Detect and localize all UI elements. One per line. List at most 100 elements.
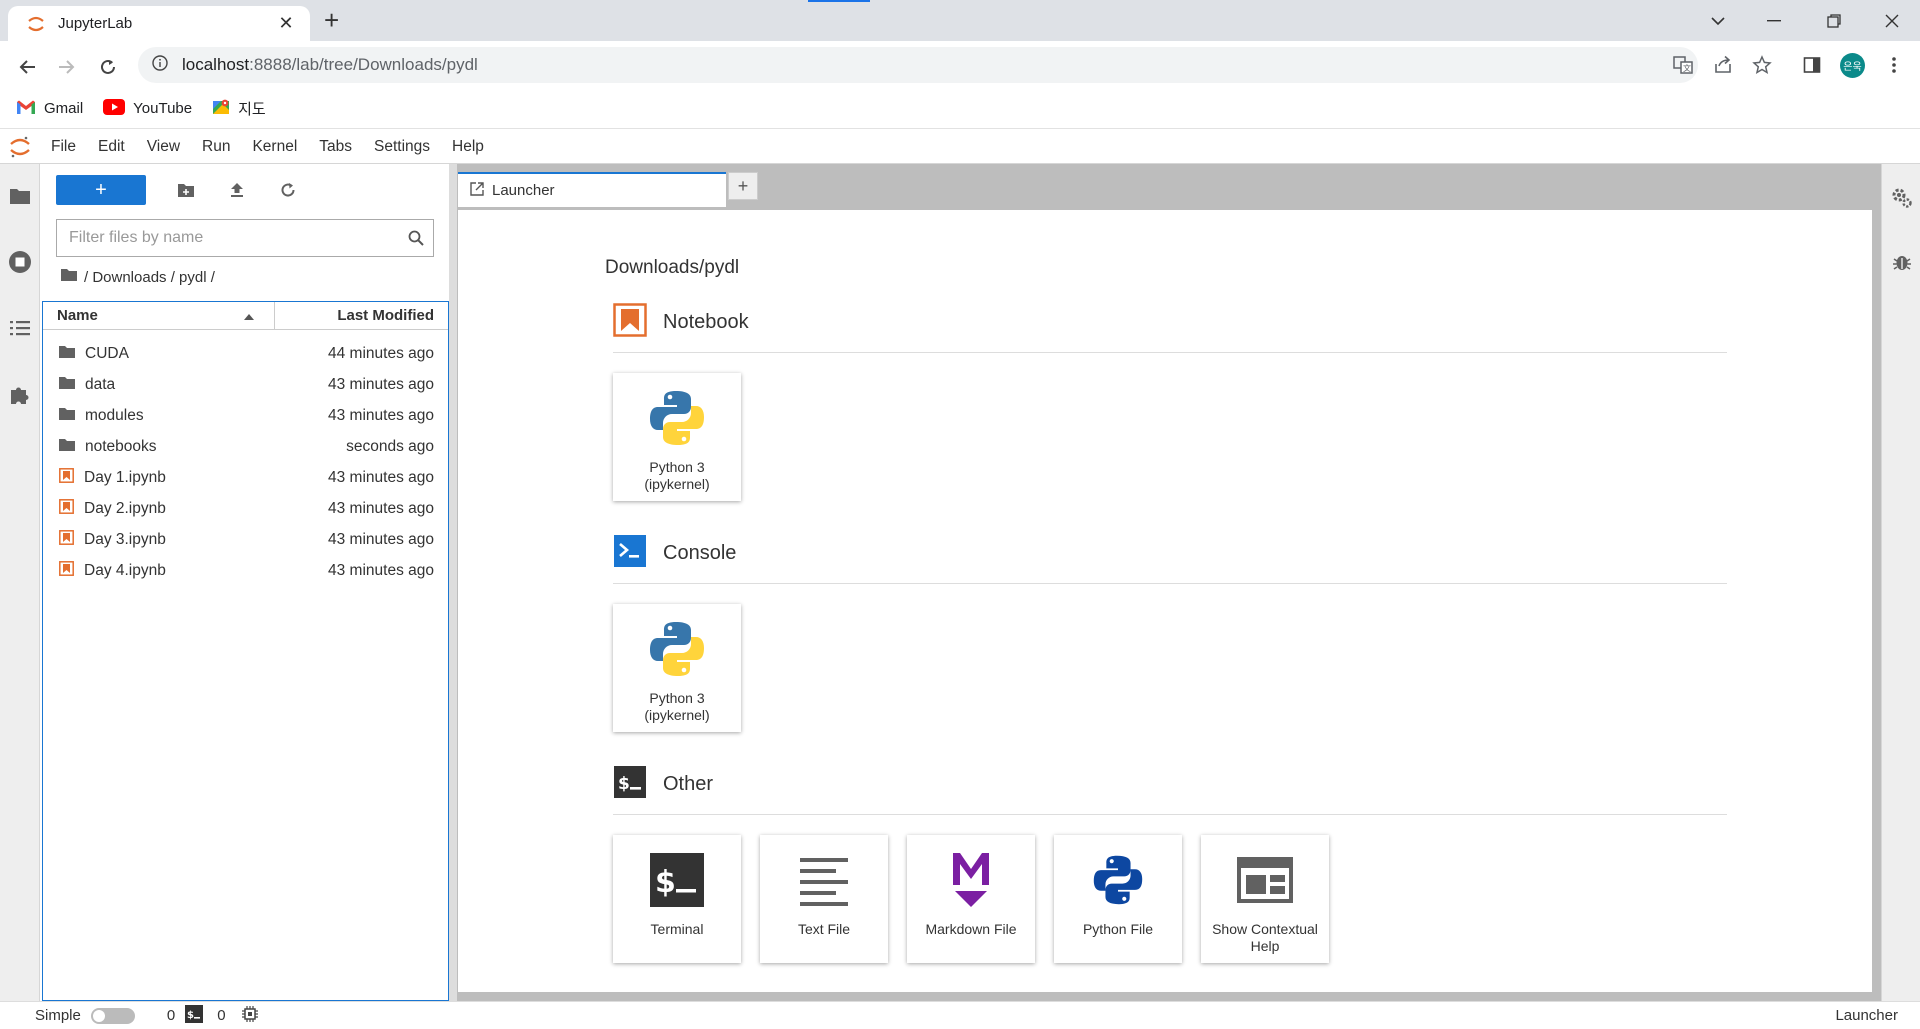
notebook-icon: [59, 467, 74, 488]
section-header: $ Other: [613, 765, 1727, 815]
menu-run[interactable]: Run: [191, 138, 241, 156]
file-row-day3[interactable]: Day 3.ipynb 43 minutes ago: [43, 524, 448, 555]
more-menu-icon[interactable]: [1881, 52, 1907, 78]
close-window-icon[interactable]: [1864, 0, 1920, 41]
upload-icon[interactable]: [223, 176, 251, 204]
minimize-icon[interactable]: [1746, 0, 1802, 41]
table-of-contents-icon[interactable]: [8, 316, 32, 340]
property-inspector-gears-icon[interactable]: [1890, 186, 1914, 210]
folder-icon: [59, 438, 75, 456]
file-modified: 44 minutes ago: [328, 344, 434, 362]
url-omnibox[interactable]: localhost:8888/lab/tree/Downloads/pydl: [138, 47, 1698, 83]
python-file-icon: [1085, 847, 1151, 913]
search-icon: [399, 230, 433, 246]
terminals-count[interactable]: 0: [217, 1007, 225, 1024]
menu-settings[interactable]: Settings: [363, 138, 441, 156]
bookmark-star-icon[interactable]: [1749, 52, 1775, 78]
file-modified: 43 minutes ago: [328, 561, 434, 579]
file-modified: 43 minutes ago: [328, 468, 434, 486]
file-row-day1[interactable]: Day 1.ipynb 43 minutes ago: [43, 462, 448, 493]
menu-view[interactable]: View: [136, 138, 191, 156]
svg-text:文: 文: [1683, 63, 1691, 73]
launch-python-file-card[interactable]: Python File: [1054, 835, 1182, 963]
filter-files-input[interactable]: [69, 229, 399, 247]
running-kernels-icon[interactable]: [8, 250, 32, 274]
new-tab-button[interactable]: +: [324, 7, 339, 33]
simple-mode-label: Simple: [35, 1007, 81, 1024]
menu-edit[interactable]: Edit: [87, 138, 136, 156]
file-row-day2[interactable]: Day 2.ipynb 43 minutes ago: [43, 493, 448, 524]
close-tab-icon[interactable]: ✕: [276, 13, 296, 34]
restore-icon[interactable]: [1806, 0, 1862, 41]
launch-console-python3-card[interactable]: Python 3 (ipykernel): [613, 604, 741, 732]
profile-avatar[interactable]: 은욱: [1840, 53, 1865, 78]
extension-manager-icon[interactable]: [8, 382, 32, 406]
launch-text-file-card[interactable]: Text File: [760, 835, 888, 963]
file-browser-folder-icon[interactable]: [8, 184, 32, 208]
tab-launcher[interactable]: Launcher: [458, 172, 726, 207]
new-launcher-button[interactable]: +: [56, 175, 146, 205]
menu-file[interactable]: File: [40, 138, 87, 156]
python-logo-icon: [644, 385, 710, 451]
notebook-icon: [59, 529, 74, 550]
add-tab-button[interactable]: +: [728, 172, 758, 200]
launcher-section-console: Console Python 3 (ipykernel): [613, 534, 1727, 732]
folder-icon: [59, 407, 75, 425]
svg-text:$: $: [618, 774, 630, 794]
forward-icon[interactable]: [52, 53, 80, 81]
kernel-usage-chip-icon[interactable]: [241, 1005, 258, 1026]
breadcrumb-home-folder-icon[interactable]: [60, 268, 78, 286]
panel-splitter[interactable]: [449, 164, 457, 1001]
simple-mode-toggle[interactable]: [90, 1007, 135, 1024]
file-row-cuda[interactable]: CUDA 44 minutes ago: [43, 338, 448, 369]
file-browser-toolbar: +: [56, 175, 302, 205]
svg-text:$: $: [187, 1010, 194, 1021]
bookmark-youtube[interactable]: YouTube: [103, 98, 192, 119]
file-name: data: [85, 375, 116, 393]
share-icon[interactable]: [1710, 52, 1736, 78]
launch-terminal-card[interactable]: $ Terminal: [613, 835, 741, 963]
back-icon[interactable]: [14, 53, 42, 81]
menu-help[interactable]: Help: [441, 138, 495, 156]
file-modified: seconds ago: [346, 437, 434, 455]
column-header-last-modified[interactable]: Last Modified: [275, 307, 448, 324]
site-info-icon[interactable]: [152, 54, 168, 76]
tab-search-icon[interactable]: [1690, 0, 1746, 41]
menu-tabs[interactable]: Tabs: [308, 138, 363, 156]
file-name: notebooks: [85, 437, 157, 455]
menu-kernel[interactable]: Kernel: [241, 138, 308, 156]
launch-contextual-help-card[interactable]: Show Contextual Help: [1201, 835, 1329, 963]
side-panel-icon[interactable]: [1799, 52, 1825, 78]
file-row-day4[interactable]: Day 4.ipynb 43 minutes ago: [43, 555, 448, 586]
breadcrumb-path[interactable]: / Downloads / pydl /: [84, 269, 215, 286]
translate-icon[interactable]: 文: [1670, 52, 1696, 78]
folder-icon: [59, 345, 75, 363]
launch-markdown-file-card[interactable]: Markdown File: [907, 835, 1035, 963]
right-sidebar-rail: [1881, 164, 1920, 1001]
section-title: Other: [663, 773, 714, 795]
launch-notebook-python3-card[interactable]: Python 3 (ipykernel): [613, 373, 741, 501]
debugger-bug-icon[interactable]: [1890, 250, 1914, 274]
browser-tab[interactable]: JupyterLab ✕: [8, 6, 310, 41]
other-section-icon: $: [613, 765, 647, 804]
new-folder-icon[interactable]: [172, 176, 200, 204]
refresh-icon[interactable]: [274, 176, 302, 204]
status-bar: Simple 0 $ 0 Launcher: [0, 1001, 1920, 1029]
file-row-data[interactable]: data 43 minutes ago: [43, 369, 448, 400]
browser-tabstrip: JupyterLab ✕ +: [0, 0, 1920, 41]
bookmark-gmail-label: Gmail: [44, 100, 84, 117]
file-name: Day 1.ipynb: [84, 468, 166, 486]
card-label: Markdown File: [925, 921, 1017, 937]
reload-icon[interactable]: [94, 53, 122, 81]
file-modified: 43 minutes ago: [328, 375, 434, 393]
console-section-icon: [613, 534, 647, 573]
file-modified: 43 minutes ago: [328, 406, 434, 424]
file-listing: Name Last Modified CUDA 44 minutes ago d…: [42, 301, 449, 1001]
kernels-count[interactable]: 0: [167, 1007, 175, 1024]
bookmark-gmail[interactable]: Gmail: [16, 99, 83, 119]
file-row-modules[interactable]: modules 43 minutes ago: [43, 400, 448, 431]
file-row-notebooks[interactable]: notebooks seconds ago: [43, 431, 448, 462]
contextual-help-icon: [1232, 847, 1298, 913]
column-header-name[interactable]: Name: [43, 302, 275, 329]
bookmark-maps[interactable]: 지도: [212, 98, 266, 120]
